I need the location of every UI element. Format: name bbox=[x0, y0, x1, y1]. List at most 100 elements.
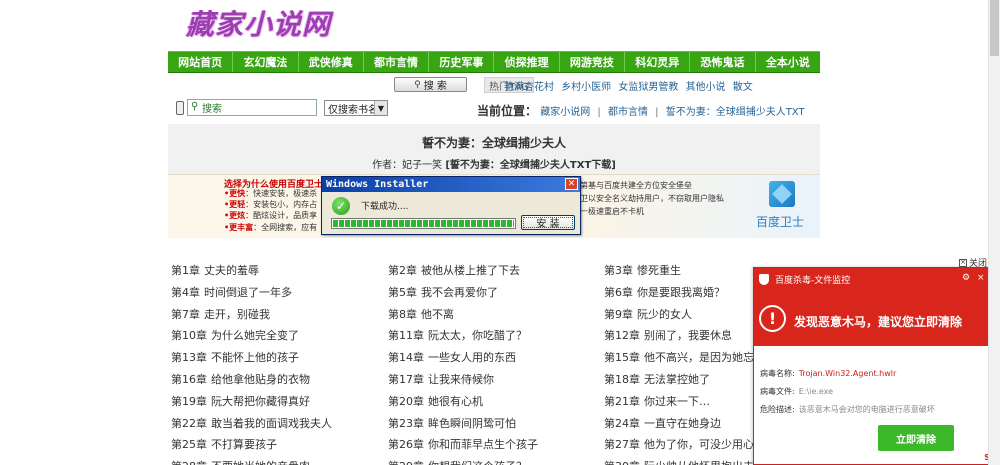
installer-dialog: Windows Installer ✕ ✓ 下载成功.... 安 装 bbox=[321, 176, 581, 235]
ad-row: •更快：快速安装，极速杀 bbox=[224, 188, 317, 199]
hot-link[interactable]: 女监狱男管教 bbox=[618, 82, 678, 93]
chapter-link[interactable]: 第16章 给他拿他贴身的衣物 bbox=[171, 371, 310, 387]
nav-item-fantasy[interactable]: 玄幻魔法 bbox=[233, 52, 299, 72]
vertical-scrollbar[interactable] bbox=[988, 0, 1000, 465]
nav-item-complete[interactable]: 全本小说 bbox=[756, 52, 820, 72]
chapter-link[interactable]: 第11章 阮太太，你吃醋了？ bbox=[388, 327, 527, 343]
shield-icon bbox=[759, 274, 769, 285]
search-input[interactable]: ⚲ 搜索 bbox=[187, 99, 317, 116]
chapter-link[interactable]: 第4章 时间倒退了一年多 bbox=[171, 284, 292, 300]
nav-item-scifi[interactable]: 科幻灵异 bbox=[625, 52, 691, 72]
download-link[interactable]: [誓不为妻：全球缉捕少夫人TXT下载] bbox=[445, 160, 616, 171]
nav-item-history[interactable]: 历史军事 bbox=[429, 52, 495, 72]
chapter-title: 不能怀上他的孩子 bbox=[211, 351, 299, 365]
chapter-link[interactable]: 第24章 一直守在她身边 bbox=[604, 415, 721, 431]
chapter-title: 惨死重生 bbox=[637, 264, 681, 277]
chapter-link[interactable]: 第6章 你是要跟我离婚？ bbox=[604, 284, 725, 300]
chapter-link[interactable]: 第12章 别闹了，我要休息 bbox=[604, 327, 732, 343]
nav-item-horror[interactable]: 恐怖鬼话 bbox=[690, 52, 756, 72]
risk-value: 该恶意木马会对您的电脑进行恶意破坏 bbox=[798, 405, 935, 414]
chapter-link[interactable]: 第3章 惨死重生 bbox=[604, 262, 681, 278]
chapter-title: 被他从楼上推了下去 bbox=[421, 264, 520, 277]
chapter-title: 让我来侍候你 bbox=[428, 373, 494, 386]
chapter-number: 第12章 bbox=[604, 329, 640, 343]
chapter-link[interactable]: 第25章 不打算要孩子 bbox=[171, 436, 277, 452]
chapter-title: 别闹了，我要休息 bbox=[644, 329, 732, 343]
chapter-number: 第10章 bbox=[171, 329, 207, 343]
nav-item-detective[interactable]: 侦探推理 bbox=[494, 52, 560, 72]
chapter-link[interactable]: 第26章 你和而菲早点生个孩子 bbox=[388, 436, 538, 452]
chapter-number: 第6章 bbox=[604, 285, 633, 299]
book-title: 誓不为妻：全球缉捕少夫人 bbox=[421, 136, 566, 150]
hot-link[interactable]: 艳满杏花村 bbox=[504, 82, 554, 93]
close-icon[interactable]: ✕ bbox=[565, 178, 578, 190]
chapter-link[interactable]: 第13章 不能怀上他的孩子 bbox=[171, 349, 299, 365]
chapter-link[interactable]: 第5章 我不会再爱你了 bbox=[388, 284, 498, 300]
close-icon[interactable]: × bbox=[977, 273, 985, 283]
chapter-title: 她很有心机 bbox=[428, 394, 483, 408]
install-button[interactable]: 安 装 bbox=[521, 215, 575, 230]
author-name[interactable]: 妃子一笑 bbox=[402, 160, 442, 171]
hot-link[interactable]: 散文 bbox=[733, 82, 753, 93]
nav-item-urban[interactable]: 都市言情 bbox=[364, 52, 430, 72]
ad-row-text: ：快速安装，极速杀 bbox=[245, 189, 318, 198]
chapter-number: 第4章 bbox=[171, 285, 200, 299]
chapter-link[interactable]: 第30章阮少帅从他怀里抱出去… bbox=[604, 458, 765, 465]
chapter-link[interactable]: 第15章 他不高兴，是因为她忘记了 bbox=[604, 349, 776, 365]
chapter-title: 为什么她完全变了 bbox=[211, 329, 299, 343]
ad-right-text: 第基与百度共建全方位安全堡垒 bbox=[580, 181, 692, 190]
chapter-number: 第22章 bbox=[171, 416, 207, 430]
chapter-link[interactable]: 第29章你想我们这个孩子？ bbox=[388, 458, 527, 465]
site-logo[interactable]: 藏家小说网 bbox=[186, 4, 331, 42]
chapter-link[interactable]: 第17章 让我来侍候你 bbox=[388, 371, 494, 387]
ad-row: •更轻：安装包小，内存占 bbox=[224, 199, 317, 210]
virus-name-label: 病毒名称: bbox=[760, 369, 795, 378]
chapter-title: 一些女人用的东西 bbox=[428, 351, 516, 365]
chapter-link[interactable]: 第2章 被他从楼上推了下去 bbox=[388, 262, 520, 278]
close-icon: × bbox=[959, 258, 967, 267]
search-scope-select[interactable]: 仅搜索书名 ▼ bbox=[324, 100, 388, 116]
chapter-title: 阮太太，你吃醋了？ bbox=[428, 329, 527, 343]
chapter-link[interactable]: 第7章 走开，别碰我 bbox=[171, 306, 270, 322]
chapter-link[interactable]: 第28章不要她当她的亲骨肉 bbox=[171, 458, 310, 465]
clean-now-button[interactable]: 立即清除 bbox=[878, 425, 954, 451]
breadcrumb-link[interactable]: 誓不为妻：全球缉捕少夫人TXT bbox=[666, 107, 805, 118]
progress-fill bbox=[333, 220, 514, 227]
ad-brand: 百度卫士 bbox=[756, 215, 805, 229]
chapter-link[interactable]: 第9章 阮少的女人 bbox=[604, 306, 692, 322]
installer-title: Windows Installer bbox=[322, 177, 580, 192]
chapter-title: 走开，别碰我 bbox=[204, 307, 270, 321]
nav-item-gaming[interactable]: 网游竞技 bbox=[560, 52, 626, 72]
breadcrumb-link[interactable]: 藏家小说网 bbox=[540, 107, 590, 118]
ad-row-key: •更炫 bbox=[224, 211, 246, 220]
hot-link[interactable]: 其他小说 bbox=[686, 82, 726, 93]
chapter-number: 第21章 bbox=[604, 394, 640, 408]
chapter-number: 第18章 bbox=[604, 373, 640, 386]
ad-right-text: 卫以安全名义劫持用户，不窃取用户隐私 bbox=[580, 194, 724, 203]
hot-link[interactable]: 乡村小医师 bbox=[561, 82, 611, 93]
gear-icon[interactable]: ⚙ bbox=[962, 273, 970, 283]
breadcrumb-link[interactable]: 都市言情 bbox=[608, 107, 648, 118]
chapter-link[interactable]: 第1章 丈夫的羞辱 bbox=[171, 262, 259, 278]
installer-message: 下载成功.... bbox=[361, 202, 409, 212]
chapter-link[interactable]: 第19章 阮大帮把你藏得真好 bbox=[171, 393, 310, 409]
nav-item-wuxia[interactable]: 武侠修真 bbox=[299, 52, 364, 72]
warning-icon: ! bbox=[759, 305, 786, 332]
chapter-link[interactable]: 第27章 他为了你，可没少用心 bbox=[604, 436, 754, 452]
chapter-link[interactable]: 第23章 眸色瞬间阴鸷可怕 bbox=[388, 415, 516, 431]
chapter-link[interactable]: 第22章 敢当着我的面调戏我夫人 bbox=[171, 415, 332, 431]
chapter-link[interactable]: 第20章 她很有心机 bbox=[388, 393, 483, 409]
scrollbar-thumb[interactable] bbox=[990, 0, 999, 56]
chapter-link[interactable]: 第21章 你过来一下… bbox=[604, 393, 710, 409]
nav-item-home[interactable]: 网站首页 bbox=[168, 52, 234, 72]
chapter-link[interactable]: 第18章 无法掌控她了 bbox=[604, 371, 710, 387]
chapter-title: 阮大帮把你藏得真好 bbox=[211, 394, 310, 408]
chapter-link[interactable]: 第14章 一些女人用的东西 bbox=[388, 349, 516, 365]
chapter-number: 第24章 bbox=[604, 416, 640, 430]
virus-name-row: 病毒名称: Trojan.Win32.Agent.hwlr bbox=[760, 368, 896, 379]
chapter-link[interactable]: 第8章 他不离 bbox=[388, 306, 454, 322]
chapter-link[interactable]: 第10章 为什么她完全变了 bbox=[171, 327, 299, 343]
chapter-title: 一直守在她身边 bbox=[644, 416, 721, 430]
search-button[interactable]: ⚲ 搜 索 bbox=[394, 77, 467, 92]
chapter-number: 第5章 bbox=[388, 285, 417, 299]
